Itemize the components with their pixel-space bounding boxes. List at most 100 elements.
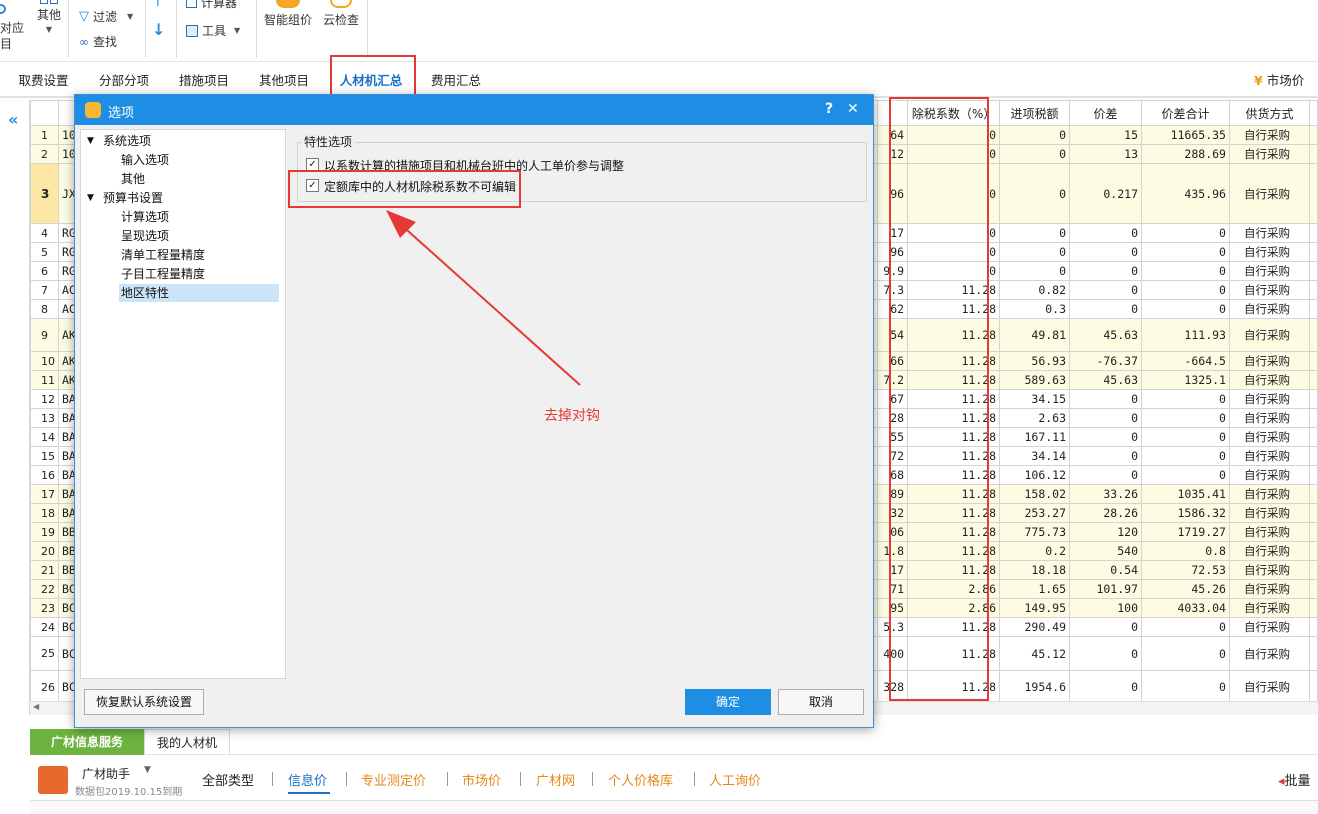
row-tax-coef[interactable]: 0 bbox=[907, 223, 1001, 243]
cloud-check-button[interactable]: 云检查 bbox=[321, 0, 361, 28]
row-price-diff[interactable]: 0.217 bbox=[1069, 163, 1142, 224]
calculator-button[interactable]: 计算器 bbox=[186, 0, 237, 11]
row-tax-coef[interactable]: 11.28 bbox=[907, 670, 1001, 701]
row-tax-coef[interactable]: 11.28 bbox=[907, 522, 1001, 542]
row-partial-value[interactable]: 55 bbox=[877, 427, 909, 447]
row-index[interactable]: 5 bbox=[30, 242, 59, 262]
row-more[interactable] bbox=[1308, 370, 1318, 390]
option-labor-price-adjust-checkbox[interactable]: ✓ bbox=[306, 158, 319, 171]
row-index[interactable]: 11 bbox=[30, 370, 59, 390]
help-icon[interactable]: ? bbox=[825, 101, 833, 117]
row-more[interactable] bbox=[1308, 427, 1318, 447]
row-partial-value[interactable]: 328 bbox=[877, 670, 909, 701]
batch-button[interactable]: ◂批量 bbox=[1278, 770, 1311, 789]
row-input-tax[interactable]: 18.18 bbox=[999, 560, 1071, 580]
option-tax-coef-noneditable-checkbox[interactable]: ✓ bbox=[306, 179, 319, 192]
header-tax-coef[interactable]: 除税系数（%） bbox=[907, 100, 1001, 126]
row-partial-value[interactable]: 9.9 bbox=[877, 261, 909, 281]
row-price-diff[interactable]: 540 bbox=[1069, 541, 1142, 561]
row-supply-method[interactable]: 自行采购 bbox=[1228, 670, 1310, 701]
row-supply-method[interactable]: 自行采购 bbox=[1228, 299, 1310, 319]
row-tax-coef[interactable]: 11.28 bbox=[907, 465, 1001, 485]
collapse-icon[interactable]: « bbox=[8, 110, 18, 129]
row-price-diff[interactable]: -76.37 bbox=[1069, 351, 1142, 371]
row-price-diff[interactable]: 0 bbox=[1069, 427, 1142, 447]
row-more[interactable] bbox=[1308, 125, 1318, 145]
row-supply-method[interactable]: 自行采购 bbox=[1228, 163, 1310, 224]
tree-node[interactable]: 呈现选项 bbox=[121, 227, 169, 245]
link-all-types[interactable]: 全部类型 bbox=[202, 770, 254, 789]
row-tax-coef[interactable]: 11.28 bbox=[907, 280, 1001, 300]
row-supply-method[interactable]: 自行采购 bbox=[1228, 144, 1310, 164]
row-diff-total[interactable]: 0 bbox=[1141, 427, 1230, 447]
tree-expand-icon[interactable]: ▼ bbox=[87, 189, 94, 207]
row-price-diff[interactable]: 0 bbox=[1069, 261, 1142, 281]
row-supply-method[interactable]: 自行采购 bbox=[1228, 242, 1310, 262]
row-supply-method[interactable]: 自行采购 bbox=[1228, 318, 1310, 352]
tree-expand-icon[interactable]: ▼ bbox=[87, 132, 94, 150]
row-price-diff[interactable]: 15 bbox=[1069, 125, 1142, 145]
row-partial-value[interactable]: 400 bbox=[877, 636, 909, 671]
row-diff-total[interactable]: 111.93 bbox=[1141, 318, 1230, 352]
row-more[interactable] bbox=[1308, 223, 1318, 243]
close-icon[interactable]: ✕ bbox=[847, 101, 859, 117]
other-button[interactable]: 其他 ▼ bbox=[36, 0, 62, 34]
row-input-tax[interactable]: 1.65 bbox=[999, 579, 1071, 599]
row-supply-method[interactable]: 自行采购 bbox=[1228, 541, 1310, 561]
row-supply-method[interactable]: 自行采购 bbox=[1228, 617, 1310, 637]
row-more[interactable] bbox=[1308, 636, 1318, 671]
tab-my-materials[interactable]: 我的人材机 bbox=[144, 729, 230, 755]
row-input-tax[interactable]: 253.27 bbox=[999, 503, 1071, 523]
tree-node[interactable]: 预算书设置 bbox=[103, 189, 163, 207]
row-more[interactable] bbox=[1308, 484, 1318, 504]
row-input-tax[interactable]: 0.2 bbox=[999, 541, 1071, 561]
row-diff-total[interactable]: 0 bbox=[1141, 242, 1230, 262]
tab-other-items[interactable]: 其他项目 bbox=[246, 62, 322, 98]
row-index[interactable]: 8 bbox=[30, 299, 59, 319]
row-price-diff[interactable]: 0 bbox=[1069, 465, 1142, 485]
row-input-tax[interactable]: 0 bbox=[999, 144, 1071, 164]
row-partial-value[interactable]: 17 bbox=[877, 560, 909, 580]
row-diff-total[interactable]: 1035.41 bbox=[1141, 484, 1230, 504]
row-tax-coef[interactable]: 11.28 bbox=[907, 617, 1001, 637]
row-input-tax[interactable]: 0 bbox=[999, 242, 1071, 262]
row-partial-value[interactable]: 62 bbox=[877, 299, 909, 319]
row-index[interactable]: 22 bbox=[30, 579, 59, 599]
row-index[interactable]: 3 bbox=[30, 163, 59, 224]
row-tax-coef[interactable]: 0 bbox=[907, 125, 1001, 145]
tree-node[interactable]: 子目工程量精度 bbox=[121, 265, 205, 283]
row-partial-value[interactable]: 89 bbox=[877, 484, 909, 504]
row-more[interactable] bbox=[1308, 503, 1318, 523]
header-input-tax[interactable]: 进项税额 bbox=[999, 100, 1071, 126]
link-professional-price[interactable]: 专业测定价 bbox=[361, 770, 426, 789]
row-price-diff[interactable]: 45.63 bbox=[1069, 370, 1142, 390]
row-index[interactable]: 20 bbox=[30, 541, 59, 561]
row-partial-value[interactable]: 96 bbox=[877, 163, 909, 224]
row-tax-coef[interactable]: 0 bbox=[907, 242, 1001, 262]
dialog-titlebar[interactable]: 选项 ? ✕ bbox=[75, 95, 873, 125]
row-partial-value[interactable]: 06 bbox=[877, 522, 909, 542]
row-price-diff[interactable]: 0 bbox=[1069, 446, 1142, 466]
row-index[interactable]: 6 bbox=[30, 261, 59, 281]
row-more[interactable] bbox=[1308, 280, 1318, 300]
header-diff-total[interactable]: 价差合计 bbox=[1141, 100, 1230, 126]
tab-cost-summary[interactable]: 费用汇总 bbox=[418, 62, 494, 98]
row-diff-total[interactable]: 0 bbox=[1141, 465, 1230, 485]
row-input-tax[interactable]: 45.12 bbox=[999, 636, 1071, 671]
row-more[interactable] bbox=[1308, 261, 1318, 281]
row-input-tax[interactable]: 0 bbox=[999, 125, 1071, 145]
row-price-diff[interactable]: 13 bbox=[1069, 144, 1142, 164]
row-index[interactable]: 10 bbox=[30, 351, 59, 371]
row-diff-total[interactable]: 45.26 bbox=[1141, 579, 1230, 599]
row-partial-value[interactable]: 95 bbox=[877, 598, 909, 618]
row-diff-total[interactable]: -664.5 bbox=[1141, 351, 1230, 371]
row-index[interactable]: 24 bbox=[30, 617, 59, 637]
row-input-tax[interactable]: 158.02 bbox=[999, 484, 1071, 504]
row-price-diff[interactable]: 120 bbox=[1069, 522, 1142, 542]
row-more[interactable] bbox=[1308, 163, 1318, 224]
filter-button[interactable]: ▽ 过滤 ▼ bbox=[79, 8, 133, 25]
row-supply-method[interactable]: 自行采购 bbox=[1228, 389, 1310, 409]
smart-pricing-button[interactable]: 智能组价 bbox=[263, 0, 313, 28]
ok-button[interactable]: 确定 bbox=[685, 689, 771, 715]
row-input-tax[interactable]: 0 bbox=[999, 261, 1071, 281]
